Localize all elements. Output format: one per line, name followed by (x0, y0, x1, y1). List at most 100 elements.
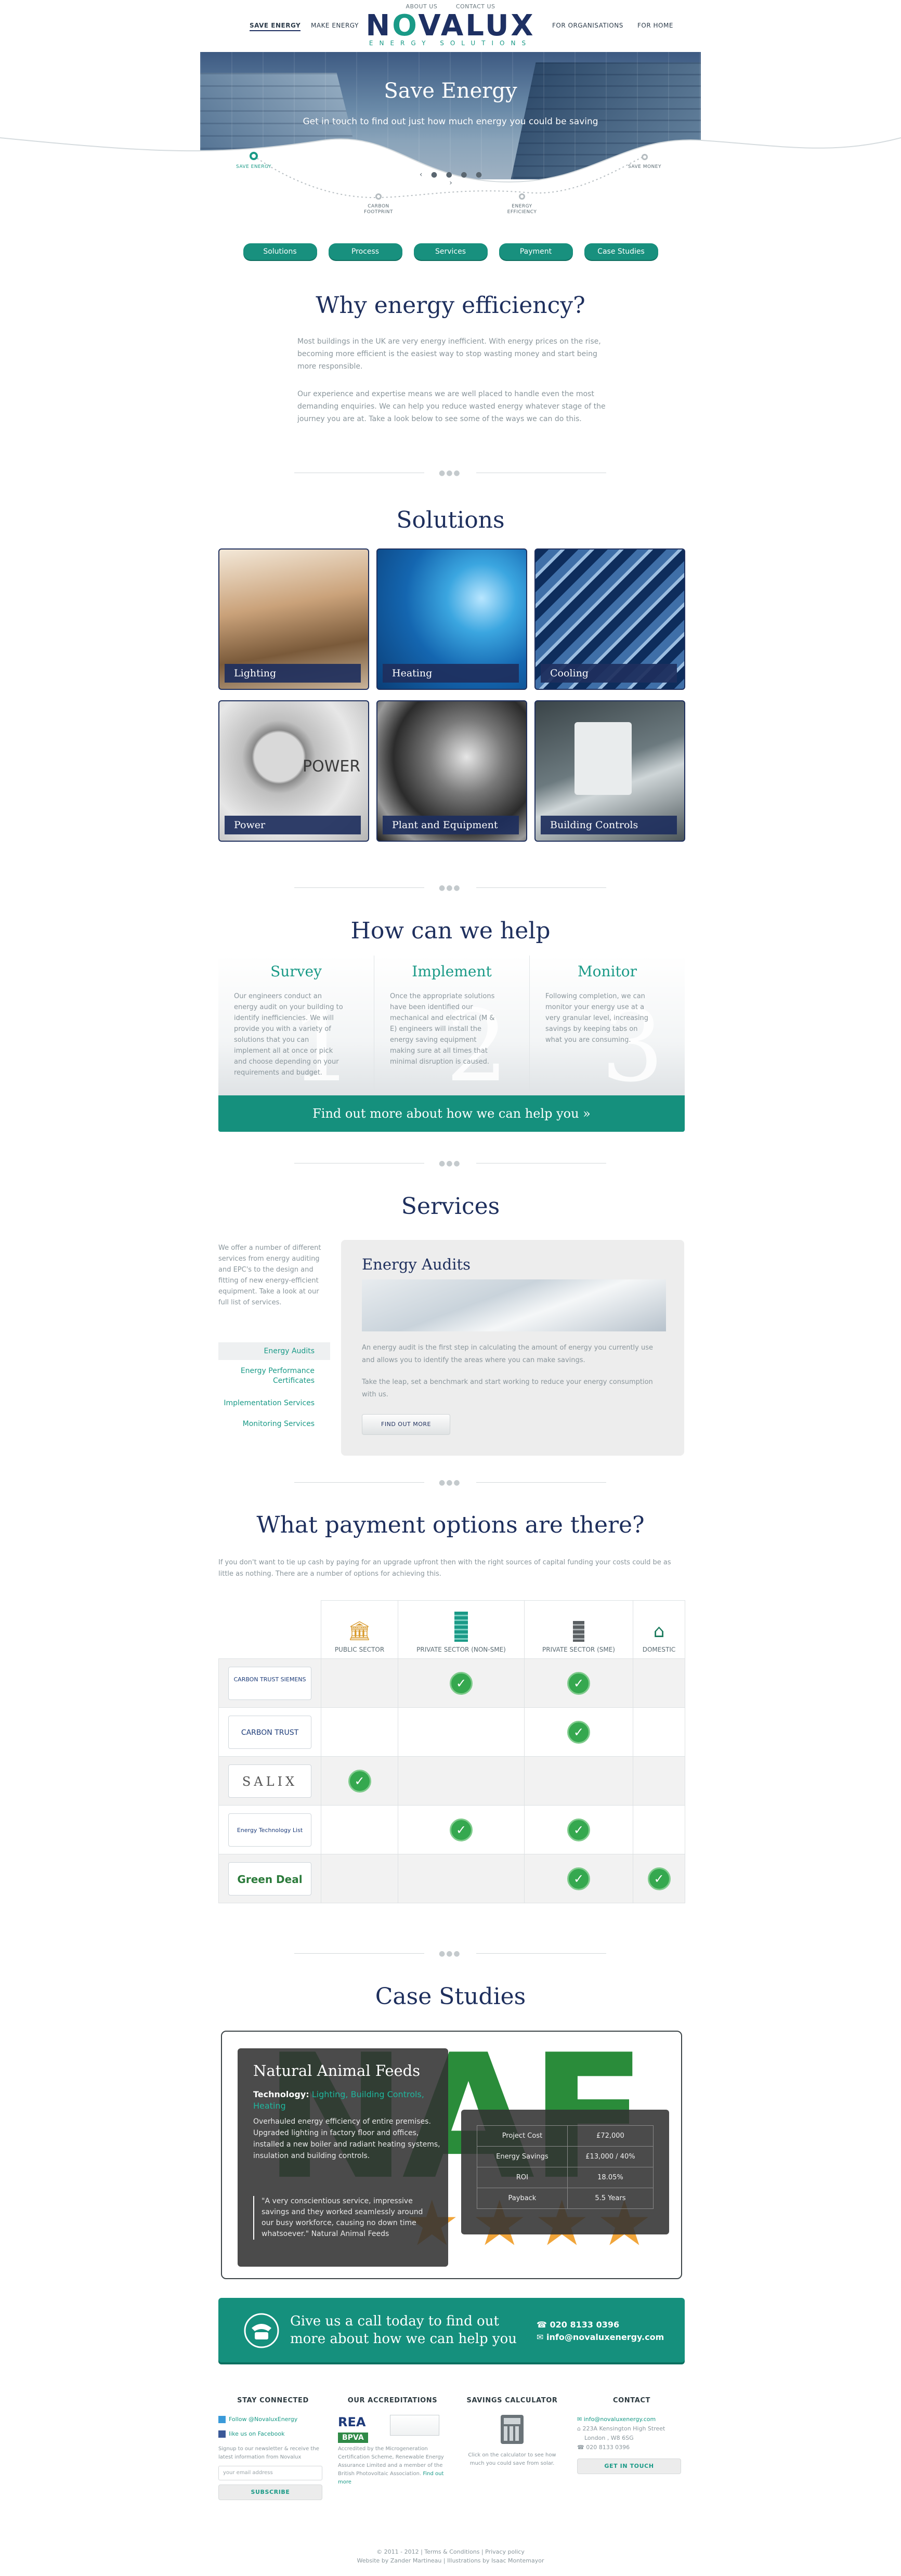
payment-title: What payment options are there? (256, 1512, 645, 1538)
novalux-logo[interactable]: NOVALUX ENERGY SOLUTIONS (0, 10, 901, 47)
footer-email[interactable]: ✉ info@novaluxenergy.com (577, 2415, 686, 2424)
cta-phone[interactable]: ☎ 020 8133 0396 (537, 2319, 664, 2331)
table-row: Energy Savings £13,000 / 40% (477, 2146, 654, 2167)
calculator-icon[interactable] (501, 2415, 524, 2444)
why-paragraph-2: Our experience and expertise means we ar… (297, 390, 606, 423)
service-nav-implementation[interactable]: Implementation Services (218, 1398, 330, 1408)
payment-options-table: 🏛 PUBLIC SECTOR PRIVATE SECTOR (NON-SME)… (218, 1600, 685, 1903)
twitter-link[interactable]: Follow @NovaluxEnergy (218, 2415, 328, 2424)
solution-tile-lighting[interactable]: Lighting (218, 548, 369, 690)
solution-label-lighting: Lighting (225, 664, 361, 683)
facebook-link-label: like us on Facebook (229, 2430, 285, 2437)
why-title: Why energy efficiency? (316, 292, 585, 319)
check-icon: ✓ (647, 1867, 671, 1890)
case-studies-title: Case Studies (375, 1983, 526, 2010)
cta-line-1: Give us a call today to find out (290, 2313, 499, 2329)
cta-message: Give us a call today to find out more ab… (290, 2312, 517, 2348)
solution-label-cooling: Cooling (541, 664, 677, 683)
service-detail-text-2: Take the leap, set a benchmark and start… (362, 1378, 653, 1398)
solution-tile-building-controls[interactable]: Building Controls (534, 700, 685, 842)
twitter-link-label: Follow @NovaluxEnergy (229, 2416, 298, 2423)
tab-payment[interactable]: Payment (499, 243, 573, 260)
footer-address: ⌂ 223A Kensington High Street (577, 2425, 665, 2432)
energy-technology-list-logo: Energy Technology List (228, 1813, 311, 1847)
check-icon: ✓ (567, 1720, 590, 1744)
service-nav-energy-audits[interactable]: Energy Audits (218, 1342, 330, 1360)
logo-letter-n: N (365, 9, 393, 43)
tab-process[interactable]: Process (328, 243, 402, 260)
stat-label: Project Cost (477, 2125, 568, 2147)
tab-solutions[interactable]: Solutions (243, 243, 317, 260)
solutions-title: Solutions (396, 507, 505, 533)
house-icon: ⌂ (653, 1621, 665, 1642)
cta-email-address: info@novaluxenergy.com (546, 2332, 664, 2342)
service-detail-text-1: An energy audit is the first step in cal… (362, 1344, 653, 1364)
step-save-energy-label: SAVE ENERGY (236, 164, 272, 169)
footer-accreditations: OUR ACCREDITATIONS REA BPVA Accredited b… (338, 2397, 447, 2487)
carbon-trust-logo: CARBON TRUST (228, 1715, 311, 1749)
tab-services[interactable]: Services (413, 243, 488, 260)
find-out-more-button[interactable]: FIND OUT MORE (362, 1414, 450, 1435)
footer-phone[interactable]: ☎ 020 8133 0396 (577, 2443, 686, 2452)
footer-heading: STAY CONNECTED (237, 2397, 309, 2404)
service-detail-title: Energy Audits (362, 1256, 471, 1273)
get-in-touch-button[interactable]: GET IN TOUCH (577, 2459, 681, 2474)
tower-icon (454, 1612, 468, 1642)
salix-logo: SALIX (228, 1764, 311, 1798)
logo-tagline: ENERGY SOLUTIONS (369, 40, 532, 47)
green-deal-logo: Green Deal (228, 1862, 311, 1895)
help-step-title: Survey (270, 963, 322, 980)
case-study-technology: Technology: Lighting, Building Controls,… (253, 2089, 440, 2112)
hero-slider-controls[interactable]: ‹ ● ● ● ● › (416, 171, 489, 187)
help-find-out-more-button[interactable]: Find out more about how we can help you … (218, 1095, 685, 1132)
section-divider: ●●● (294, 1949, 606, 1959)
footer-stay-connected: STAY CONNECTED Follow @NovaluxEnergy lik… (218, 2397, 328, 2500)
cta-email[interactable]: ✉ info@novaluxenergy.com (537, 2331, 664, 2344)
help-step-survey: 1 Survey Our engineers conduct an energy… (218, 956, 374, 1096)
service-nav-epc[interactable]: Energy Performance Certificates (218, 1366, 330, 1386)
subscribe-button[interactable]: SUBSCRIBE (218, 2485, 322, 2500)
help-step-title: Implement (412, 963, 492, 980)
section-divider: ●●● (294, 1158, 606, 1169)
table-row: Energy Technology List ✓ ✓ (218, 1805, 685, 1854)
technology-label: Technology: (253, 2089, 309, 2099)
step-energy-efficiency-dot[interactable] (519, 193, 525, 200)
step-carbon-footprint-label: CARBON FOOTPRINT (364, 204, 393, 215)
calculator-text: Click on the calculator to see how much … (468, 2452, 556, 2466)
solution-label-power: Power (225, 816, 361, 834)
rea-logo: REA (338, 2415, 366, 2429)
footer-heading: CONTACT (613, 2397, 650, 2404)
step-carbon-footprint-dot[interactable] (375, 193, 382, 200)
solution-tile-plant-and-equipment[interactable]: Plant and Equipment (376, 700, 527, 842)
footer-savings-calculator: SAVINGS CALCULATOR Click on the calculat… (458, 2397, 567, 2468)
call-to-action-bar: Give us a call today to find out more ab… (218, 2298, 685, 2362)
solution-tile-cooling[interactable]: Cooling (534, 548, 685, 690)
newsletter-email-input[interactable]: your email address (218, 2466, 322, 2480)
stat-label: Payback (477, 2188, 568, 2209)
solution-label-building-controls: Building Controls (541, 816, 677, 834)
facebook-link[interactable]: like us on Facebook (218, 2429, 328, 2439)
check-icon: ✓ (567, 1818, 590, 1841)
step-save-money-dot[interactable] (642, 154, 648, 160)
help-step-text: Our engineers conduct an energy audit on… (234, 992, 343, 1077)
newsletter-blurb: Signup to our newsletter & receive the l… (218, 2446, 319, 2460)
tab-case-studies[interactable]: Case Studies (584, 243, 658, 260)
service-nav-monitoring[interactable]: Monitoring Services (218, 1419, 330, 1429)
step-save-energy-dot[interactable] (250, 152, 258, 160)
case-study-stats-table: Project Cost £72,000 Energy Savings £13,00… (477, 2125, 654, 2209)
check-icon: ✓ (567, 1867, 590, 1890)
solution-tile-power[interactable]: POWER Power (218, 700, 369, 842)
copyright: © 2011 - 2012 | Terms & Conditions | Pri… (0, 2547, 901, 2565)
address-line-1: 223A Kensington High Street (582, 2425, 665, 2432)
check-icon: ✓ (567, 1671, 590, 1695)
solution-tile-heating[interactable]: Heating (376, 548, 527, 690)
col-header-label: DOMESTIC (642, 1646, 676, 1653)
col-header-label: PRIVATE SECTOR (NON-SME) (416, 1646, 506, 1653)
cta-phone-number: 020 8133 0396 (550, 2320, 620, 2330)
step-save-money-label: SAVE MONEY (628, 164, 661, 169)
bpva-logo: BPVA (338, 2433, 368, 2443)
col-public-sector: 🏛 PUBLIC SECTOR (321, 1600, 398, 1659)
footer-contact: CONTACT ✉ info@novaluxenergy.com ⌂ 223A … (577, 2397, 686, 2474)
stat-value: £72,000 (567, 2125, 654, 2147)
case-study-card[interactable]: NAF ★ ★ ★ ★ Natural Animal Feeds Technol… (221, 2031, 682, 2279)
